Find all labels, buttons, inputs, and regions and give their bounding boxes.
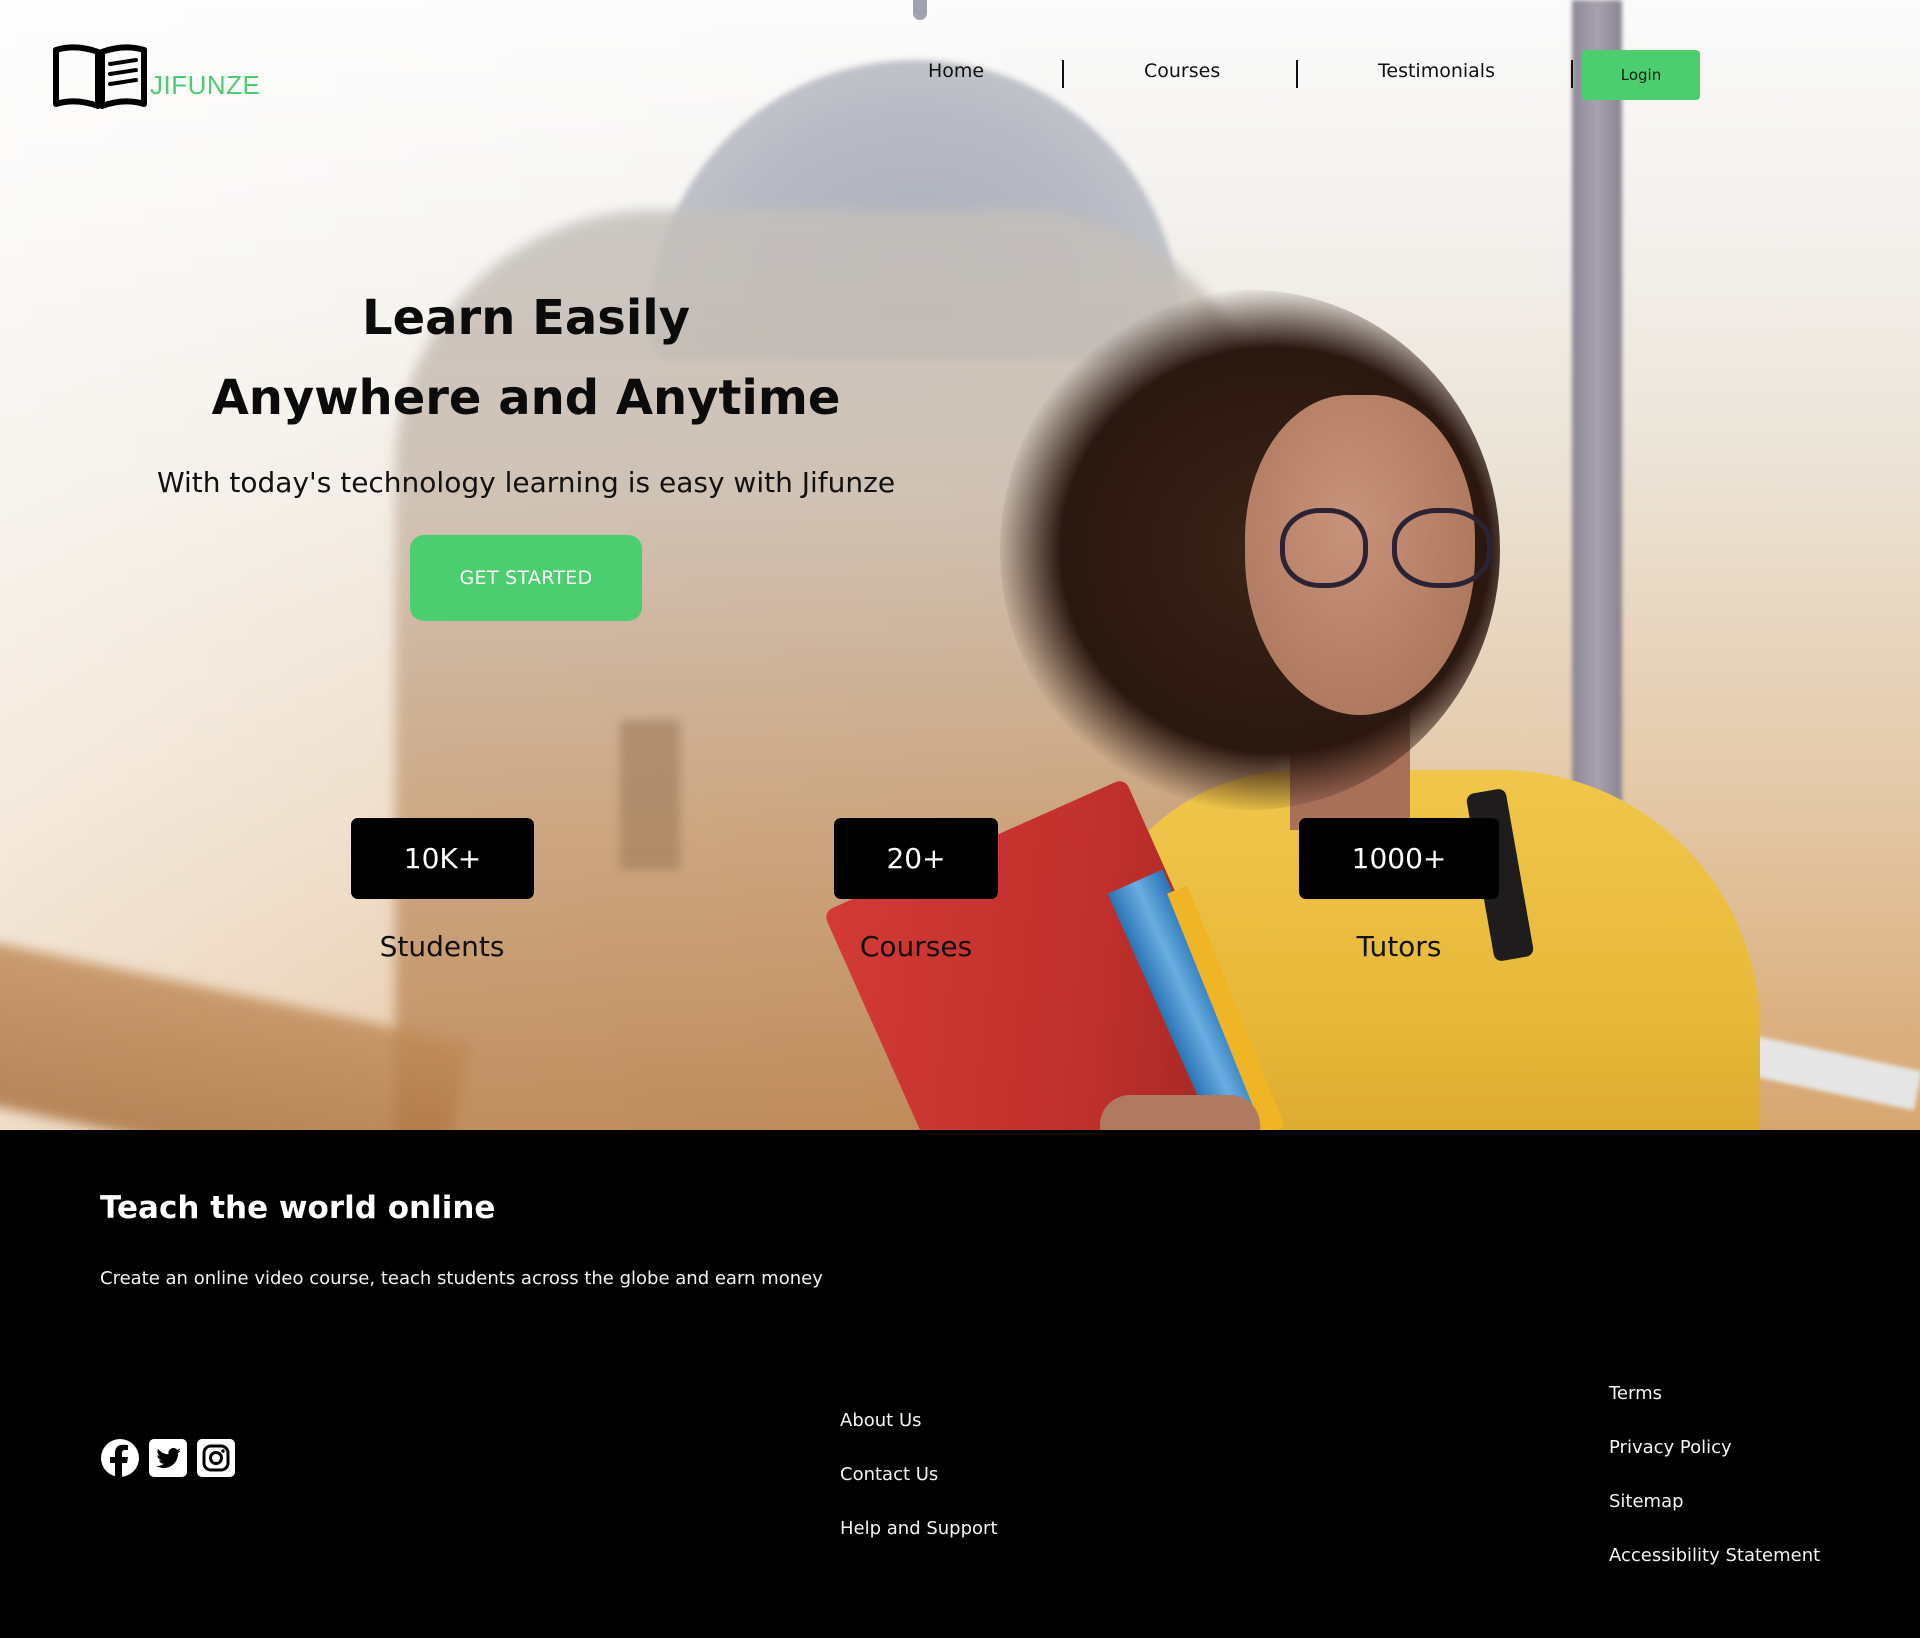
footer-link-accessibility-statement[interactable]: Accessibility Statement bbox=[1609, 1545, 1820, 1566]
stat-courses-label: Courses bbox=[859, 930, 973, 963]
nav-separator bbox=[1296, 60, 1298, 88]
facebook-icon[interactable] bbox=[100, 1438, 140, 1478]
login-button[interactable]: Login bbox=[1582, 50, 1700, 100]
nav-link-testimonials[interactable]: Testimonials bbox=[1378, 60, 1495, 82]
hero-person-glasses-left bbox=[1280, 508, 1368, 588]
hero-section: JIFUNZE Home Courses Testimonials Login … bbox=[0, 0, 1920, 1130]
site-footer: Teach the world online Create an online … bbox=[0, 1130, 1920, 1638]
hero-title-line2: Anywhere and Anytime bbox=[211, 370, 841, 426]
stat-students-value: 10K+ bbox=[351, 818, 534, 899]
footer-link-privacy-policy[interactable]: Privacy Policy bbox=[1609, 1437, 1732, 1458]
twitter-icon[interactable] bbox=[148, 1438, 188, 1478]
nav-link-home[interactable]: Home bbox=[928, 60, 984, 82]
hero-background-spire bbox=[913, 0, 927, 20]
stat-students-label: Students bbox=[379, 930, 505, 963]
hero-subtitle: With today's technology learning is easy… bbox=[156, 466, 896, 499]
hero-background-window bbox=[620, 720, 680, 870]
stat-tutors-label: Tutors bbox=[1356, 930, 1442, 963]
nav-separator bbox=[1571, 60, 1573, 88]
stat-courses-value: 20+ bbox=[834, 818, 998, 899]
get-started-button[interactable]: GET STARTED bbox=[410, 535, 642, 621]
nav-link-courses[interactable]: Courses bbox=[1144, 60, 1220, 82]
footer-description: Create an online video course, teach stu… bbox=[100, 1268, 823, 1289]
hero-title-line1: Learn Easily bbox=[361, 290, 691, 346]
footer-link-about-us[interactable]: About Us bbox=[840, 1410, 922, 1431]
hero-person-glasses-right bbox=[1392, 508, 1492, 588]
footer-link-help-support[interactable]: Help and Support bbox=[840, 1518, 998, 1539]
hero-person-hand bbox=[1100, 1095, 1260, 1130]
footer-link-contact-us[interactable]: Contact Us bbox=[840, 1464, 938, 1485]
nav-separator bbox=[1062, 60, 1064, 88]
social-links bbox=[100, 1438, 236, 1478]
footer-title: Teach the world online bbox=[100, 1190, 496, 1226]
footer-link-terms[interactable]: Terms bbox=[1609, 1383, 1662, 1404]
instagram-icon[interactable] bbox=[196, 1438, 236, 1478]
stat-tutors-value: 1000+ bbox=[1299, 818, 1499, 899]
footer-link-sitemap[interactable]: Sitemap bbox=[1609, 1491, 1684, 1512]
